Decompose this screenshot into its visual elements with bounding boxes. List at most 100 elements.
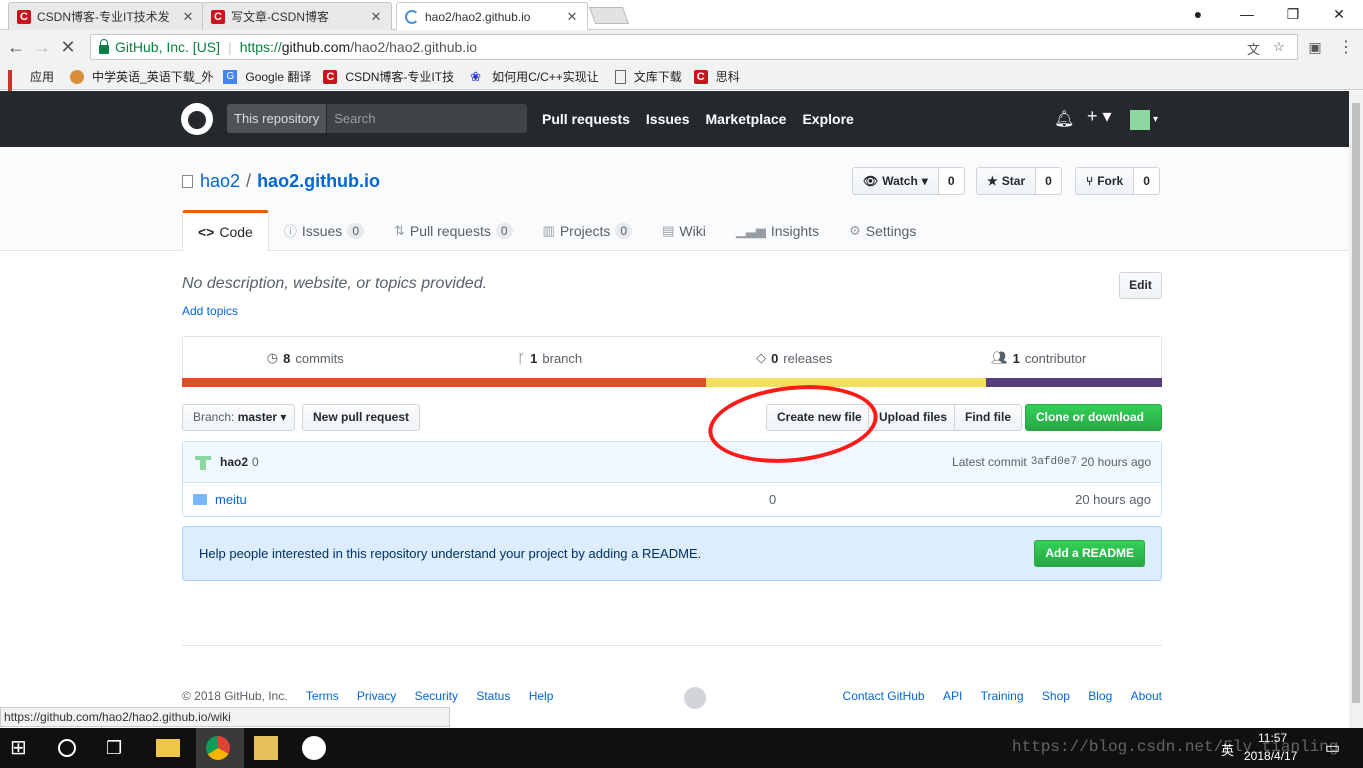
page-scrollbar[interactable] — [1349, 91, 1363, 728]
bookmark-wenku[interactable]: 文库下载 — [614, 68, 682, 85]
stop-icon[interactable]: ✕ — [56, 35, 80, 59]
nav-issues[interactable]: Issues — [646, 111, 690, 127]
author-avatar[interactable] — [193, 452, 213, 472]
commit-sha[interactable]: 3afd0e7 — [1031, 456, 1077, 468]
star-button[interactable]: ★ Star — [976, 167, 1037, 195]
new-tab-button[interactable] — [588, 7, 630, 24]
nav-pull-requests[interactable]: Pull requests — [542, 111, 630, 127]
close-icon[interactable]: ✕ — [565, 9, 579, 25]
bookmark-english[interactable]: 中学英语_英语下载_外 — [70, 68, 213, 85]
fork-button[interactable]: ⑂ Fork — [1075, 167, 1135, 195]
back-icon[interactable]: ← — [4, 35, 28, 59]
maximize-icon[interactable]: ❐ — [1270, 0, 1316, 28]
bell-icon[interactable]: 🔔︎ — [1054, 109, 1074, 129]
search-icon[interactable] — [58, 739, 76, 757]
tab-projects[interactable]: ▥ Projects 0 — [528, 210, 648, 251]
watch-count[interactable]: 0 — [938, 167, 965, 195]
clone-download-button[interactable]: Clone or download ▾ — [1025, 404, 1162, 449]
task-view-icon[interactable]: ❐ — [106, 736, 130, 760]
bookmark-apps[interactable]: 应用 — [8, 68, 54, 106]
address-bar[interactable]: GitHub, Inc. [US] | https://github.com/h… — [90, 34, 1298, 60]
bookmark-star-icon[interactable]: ☆ — [1273, 39, 1285, 55]
star-count[interactable]: 0 — [1036, 167, 1062, 195]
nav-explore[interactable]: Explore — [802, 111, 853, 127]
language-segment[interactable] — [985, 378, 1162, 387]
file-explorer-icon[interactable] — [156, 739, 180, 757]
repo-owner-link[interactable]: hao2 — [200, 171, 240, 192]
windows-taskbar: ⊞ ❐ 英 11:57 2018/4/17 ▭ https://blog.csd… — [0, 728, 1363, 768]
footer-link-security[interactable]: Security — [415, 689, 458, 703]
upload-files-button[interactable]: Upload files — [868, 404, 955, 431]
footer-link-privacy[interactable]: Privacy — [357, 689, 396, 703]
chrome-icon[interactable] — [206, 736, 230, 760]
footer-link-api[interactable]: API — [943, 689, 962, 703]
minimize-icon[interactable]: — — [1224, 0, 1270, 28]
tab-settings[interactable]: ⚙ Settings — [834, 210, 931, 251]
close-icon[interactable]: ✕ — [181, 9, 195, 25]
ev-certificate[interactable]: GitHub, Inc. [US] — [115, 39, 220, 55]
file-commit-message[interactable]: 0 — [769, 492, 776, 507]
forward-icon[interactable]: → — [30, 35, 54, 59]
footer-link-blog[interactable]: Blog — [1088, 689, 1112, 703]
footer-link-about[interactable]: About — [1131, 689, 1162, 703]
windows-start-icon[interactable]: ⊞ — [10, 736, 34, 760]
branch-link[interactable]: ᚴ 1 branch — [428, 337, 673, 379]
repo-name-link[interactable]: hao2.github.io — [257, 171, 380, 192]
github-header: This repository Pull requests Issues Mar… — [0, 91, 1349, 147]
avatar[interactable] — [1130, 110, 1150, 130]
search-input[interactable] — [327, 104, 527, 133]
browser-tab-write[interactable]: C 写文章-CSDN博客 ✕ — [202, 2, 392, 30]
footer-link-training[interactable]: Training — [981, 689, 1024, 703]
star-icon: ★ — [987, 174, 998, 188]
image-viewer-icon[interactable] — [254, 736, 278, 760]
menu-icon[interactable]: ⋮ — [1334, 35, 1358, 59]
translate-icon[interactable]: 文 — [1247, 39, 1260, 58]
contributors-link[interactable]: 👥︎ 1 contributor — [917, 337, 1162, 379]
bookmark-csdn[interactable]: C CSDN博客-专业IT技 — [323, 68, 454, 85]
search-scope-label[interactable]: This repository — [227, 104, 328, 133]
nav-marketplace[interactable]: Marketplace — [706, 111, 787, 127]
add-readme-button[interactable]: Add a README — [1034, 540, 1145, 567]
qq-icon[interactable] — [302, 736, 326, 760]
edit-description-button[interactable]: Edit — [1119, 272, 1162, 299]
footer-link-help[interactable]: Help — [529, 689, 554, 703]
footer-link-contact[interactable]: Contact GitHub — [843, 689, 925, 703]
github-mark-icon[interactable] — [684, 687, 706, 709]
find-file-button[interactable]: Find file — [954, 404, 1022, 431]
window-close-icon[interactable]: ✕ — [1316, 0, 1362, 28]
github-logo-icon[interactable] — [181, 103, 213, 135]
bookmark-baidu[interactable]: ❀ 如何用C/C++实现让 — [470, 68, 599, 85]
tab-issues[interactable]: ⓘ Issues 0 — [269, 210, 379, 251]
tab-pull-requests[interactable]: ⇅ Pull requests 0 — [379, 210, 528, 251]
scrollbar-thumb[interactable] — [1352, 103, 1360, 703]
language-segment[interactable] — [182, 378, 707, 387]
bookmark-google-translate[interactable]: G Google 翻译 — [223, 68, 311, 85]
browser-tab-csdn[interactable]: C CSDN博客-专业IT技术发 ✕ — [8, 2, 204, 30]
tab-wiki[interactable]: ▤ Wiki — [647, 210, 721, 251]
tab-insights[interactable]: ▁▃▅ Insights — [721, 210, 834, 251]
footer-link-terms[interactable]: Terms — [306, 689, 339, 703]
profile-icon[interactable]: ● — [1175, 0, 1221, 28]
close-icon[interactable]: ✕ — [369, 9, 383, 25]
add-topics-link[interactable]: Add topics — [182, 304, 238, 318]
file-name-link[interactable]: meitu — [215, 492, 247, 507]
new-pull-request-button[interactable]: New pull request — [302, 404, 421, 431]
fork-count[interactable]: 0 — [1134, 167, 1160, 195]
bookmark-cisco[interactable]: C 思科 — [693, 68, 740, 85]
branch-select[interactable]: Branch: master ▾ — [182, 404, 295, 431]
fork-group: ⑂ Fork 0 — [1075, 167, 1160, 195]
chevron-down-icon[interactable]: ▾ — [1153, 114, 1158, 125]
commit-message[interactable]: 0 — [252, 455, 259, 469]
watch-button[interactable]: 👁︎ Watch ▾ — [852, 167, 939, 195]
language-bar[interactable] — [182, 378, 1162, 387]
commit-author[interactable]: hao2 — [220, 455, 248, 469]
language-segment[interactable] — [706, 378, 986, 387]
plus-icon[interactable]: + ▾ — [1087, 106, 1112, 127]
browser-tab-github[interactable]: hao2/hao2.github.io ✕ — [396, 2, 588, 31]
footer-link-status[interactable]: Status — [476, 689, 510, 703]
tab-code[interactable]: <> Code — [182, 210, 269, 252]
releases-link[interactable]: ◇ 0 releases — [672, 337, 917, 379]
footer-link-shop[interactable]: Shop — [1042, 689, 1070, 703]
extension-icon[interactable]: ▣ — [1303, 35, 1327, 59]
commits-link[interactable]: ◷ 8 commits — [183, 337, 428, 379]
